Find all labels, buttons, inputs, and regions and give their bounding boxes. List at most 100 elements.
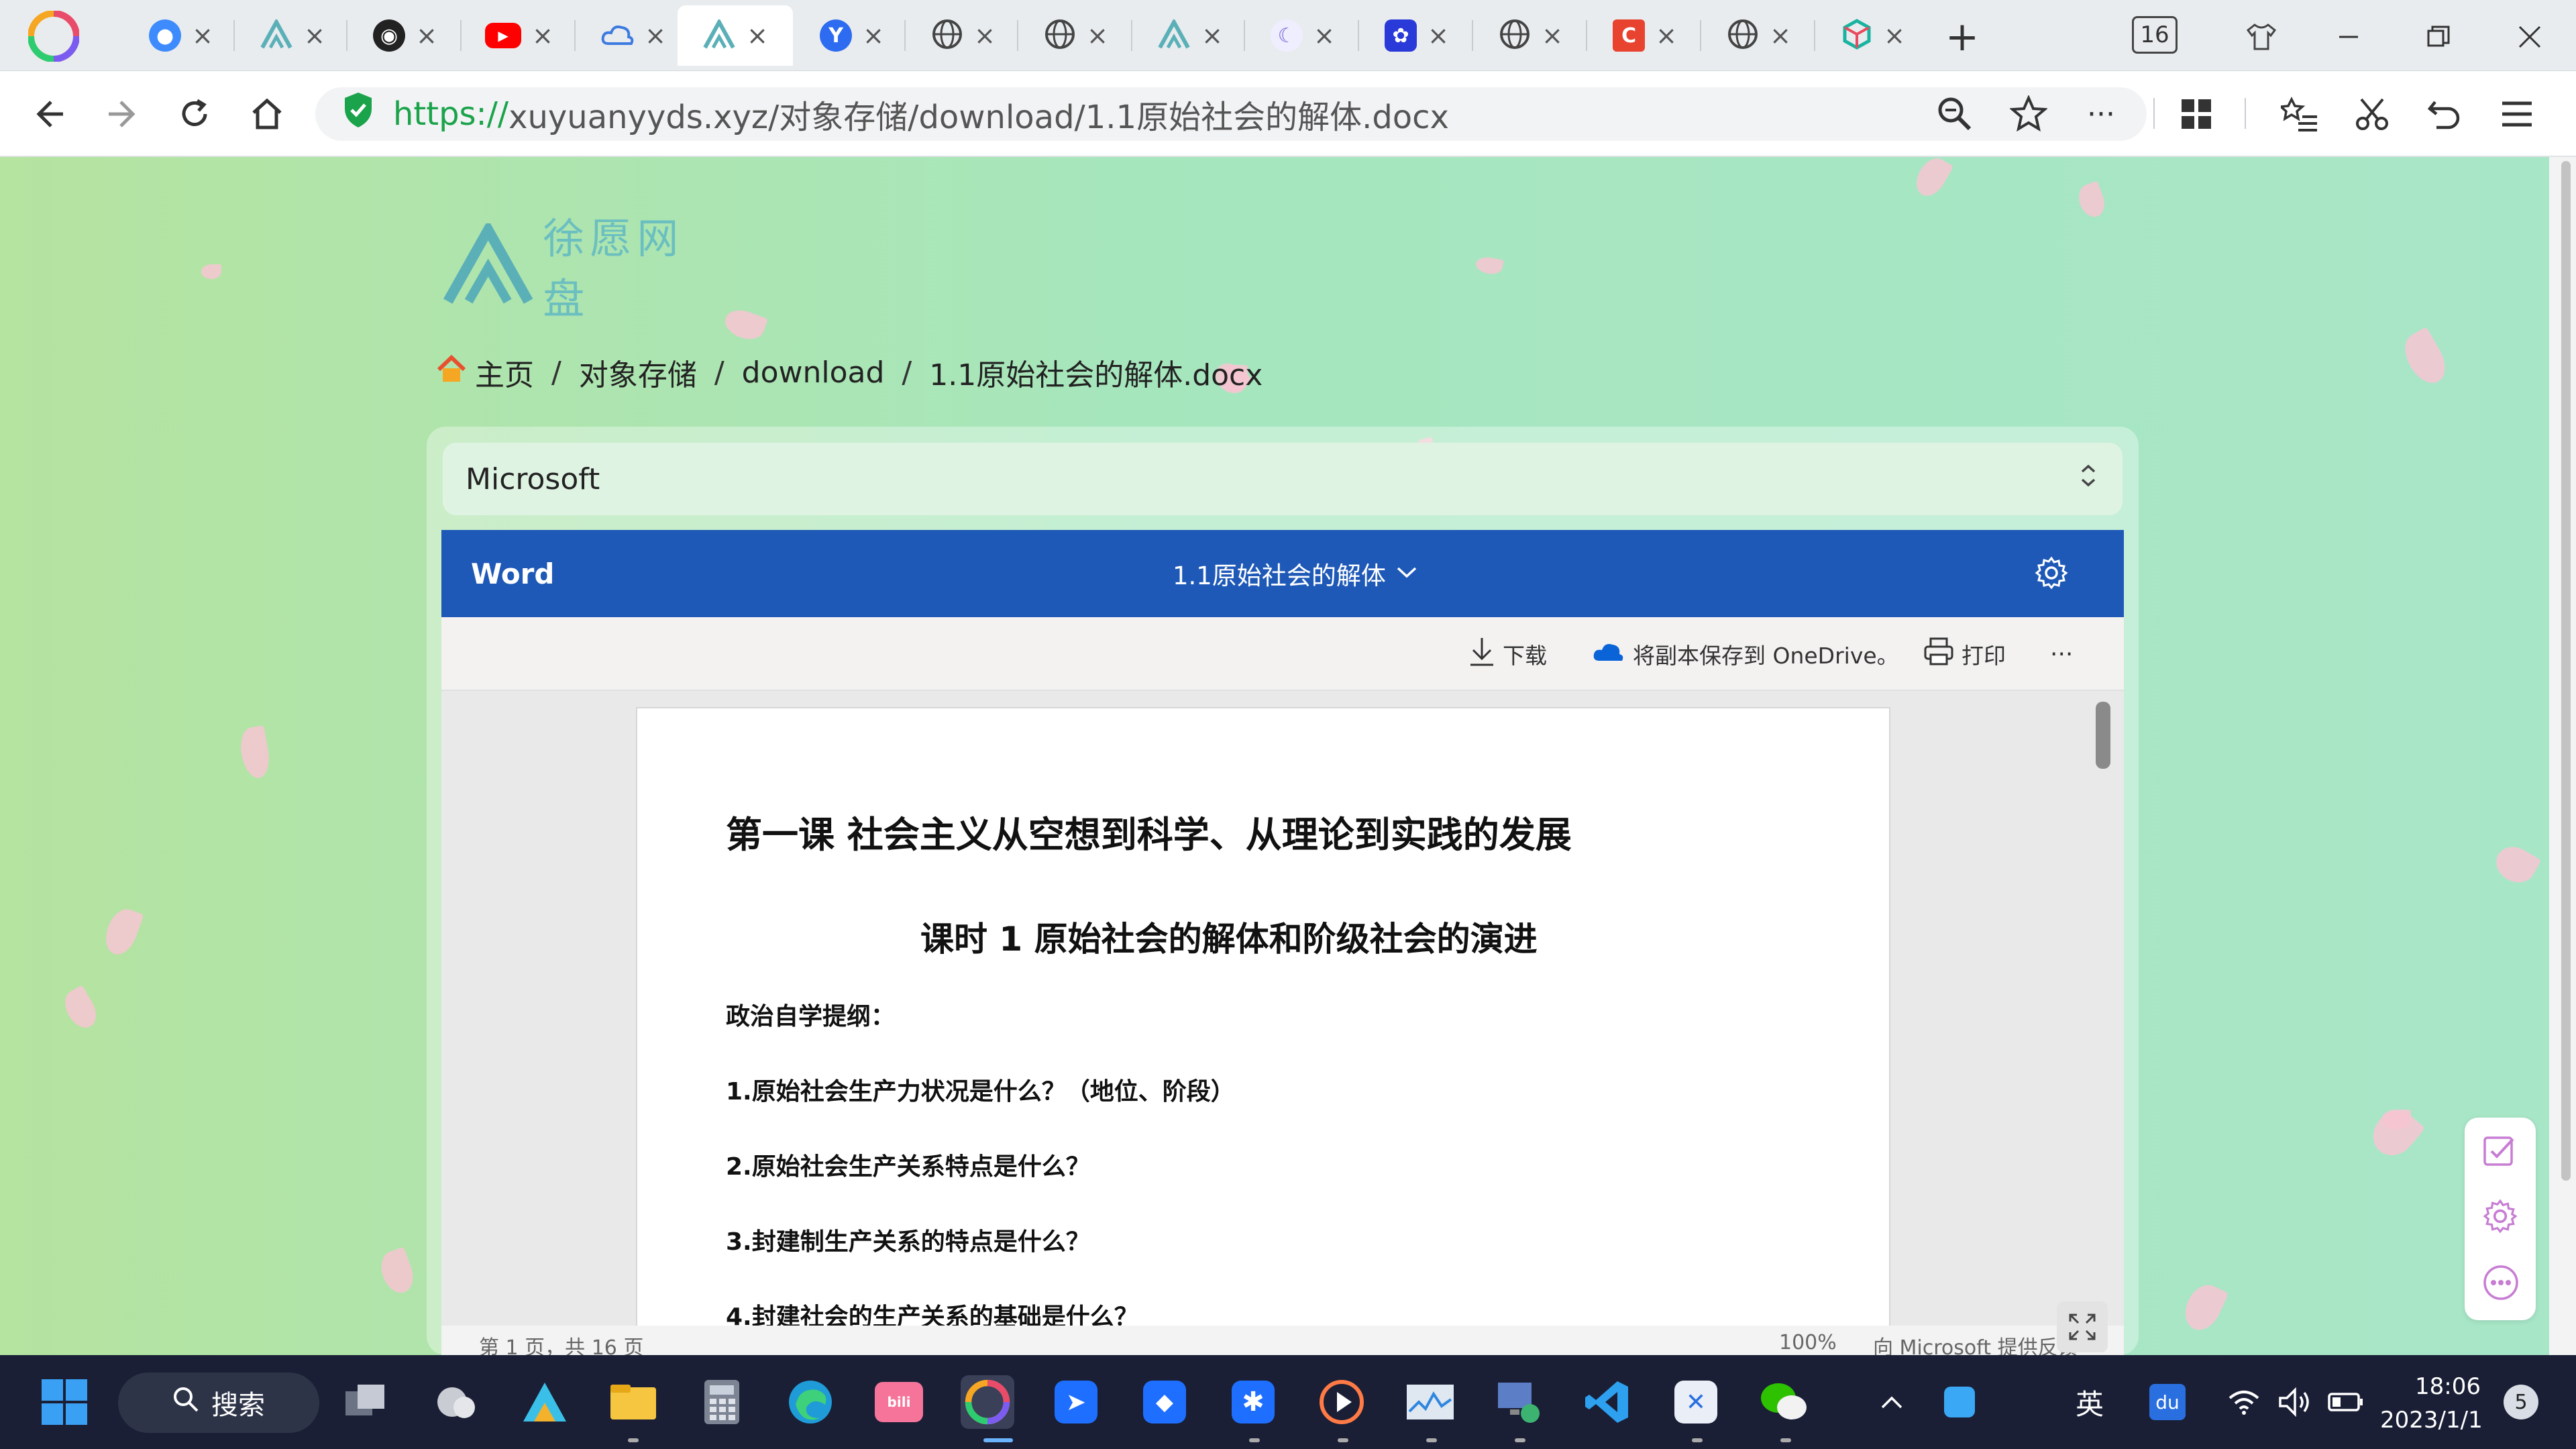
page-scrollbar-thumb[interactable] xyxy=(2561,161,2571,1181)
tab-11[interactable]: ☾ × xyxy=(1249,5,1356,66)
tab-6-active[interactable]: × xyxy=(678,5,793,66)
close-tab-icon[interactable]: × xyxy=(304,23,325,48)
close-tab-icon[interactable]: × xyxy=(192,23,213,48)
weather-icon[interactable] xyxy=(429,1375,483,1429)
viewer-select[interactable]: Microsoft xyxy=(443,443,2123,515)
xuyuan-app-icon[interactable] xyxy=(518,1375,572,1429)
close-window-button[interactable] xyxy=(2506,13,2553,60)
print-button[interactable]: 打印 xyxy=(1924,637,2006,671)
address-bar[interactable]: https://xuyuanyyds.xyz/对象存储/download/1.1… xyxy=(315,87,2147,141)
shirt-skin-icon[interactable] xyxy=(2238,13,2285,60)
feishu-icon[interactable]: ➤ xyxy=(1049,1375,1103,1429)
file-explorer-icon[interactable] xyxy=(606,1375,660,1429)
zoom-status[interactable]: 100% xyxy=(1779,1331,1837,1354)
close-tab-icon[interactable]: × xyxy=(1201,23,1223,48)
breadcrumb-item[interactable]: 对象存储 xyxy=(579,351,697,394)
settings-gear-icon[interactable] xyxy=(2482,1198,2518,1237)
media-player-icon[interactable] xyxy=(1315,1375,1368,1429)
bilibili-icon[interactable]: bili xyxy=(872,1375,926,1429)
tab-1[interactable]: ● × xyxy=(127,5,235,66)
tab-7[interactable]: Y × xyxy=(798,5,906,66)
close-tab-icon[interactable]: × xyxy=(747,23,768,48)
tab-3[interactable]: ◉ × xyxy=(352,5,459,66)
settings-gear-icon[interactable] xyxy=(2034,555,2069,593)
new-tab-button[interactable]: + xyxy=(1939,13,1986,60)
close-tab-icon[interactable]: × xyxy=(1884,23,1905,48)
save-to-onedrive-button[interactable]: 将副本保存到 OneDrive。 xyxy=(1593,637,1899,671)
tab-13[interactable]: × xyxy=(1477,5,1585,66)
fullscreen-expand-icon[interactable] xyxy=(2057,1301,2108,1352)
task-view-icon[interactable] xyxy=(339,1375,393,1429)
close-tab-icon[interactable]: × xyxy=(1313,23,1335,48)
chevron-up-icon[interactable] xyxy=(1872,1375,1912,1429)
word-app-name[interactable]: Word xyxy=(471,557,554,590)
breadcrumb-item[interactable]: download xyxy=(742,356,885,390)
tab-2[interactable]: × xyxy=(239,5,346,66)
minimize-button[interactable] xyxy=(2325,13,2372,60)
edge-browser-icon[interactable] xyxy=(784,1375,837,1429)
favorite-star-icon[interactable] xyxy=(2004,90,2053,138)
doc-title-dropdown[interactable]: 1.1原始社会的解体 xyxy=(1173,555,1418,592)
volume-icon[interactable] xyxy=(2271,1375,2318,1429)
close-tab-icon[interactable]: × xyxy=(863,23,884,48)
site-logo[interactable]: 徐愿网盘 xyxy=(443,214,724,323)
windows-start-icon[interactable] xyxy=(38,1375,91,1429)
tab-8[interactable]: × xyxy=(910,5,1017,66)
checklist-icon[interactable] xyxy=(2482,1132,2518,1171)
more-menu-icon[interactable]: ··· xyxy=(2077,90,2125,138)
tab-5[interactable]: × xyxy=(580,5,687,66)
tab-12[interactable]: ✿ × xyxy=(1363,5,1470,66)
wifi-icon[interactable] xyxy=(2220,1375,2267,1429)
hamburger-menu-icon[interactable] xyxy=(2493,90,2541,138)
browser-taskbar-icon[interactable] xyxy=(961,1375,1014,1429)
breadcrumb-home[interactable]: 主页 xyxy=(475,351,534,394)
battery-icon[interactable] xyxy=(2322,1375,2369,1429)
close-tab-icon[interactable]: × xyxy=(974,23,996,48)
apps-grid-icon[interactable] xyxy=(2172,90,2220,138)
browser-logo-icon[interactable] xyxy=(27,9,80,63)
collections-icon[interactable] xyxy=(2275,90,2324,138)
tab-4[interactable]: ▶ × xyxy=(466,5,573,66)
remote-desktop-icon[interactable] xyxy=(1492,1375,1546,1429)
close-tab-icon[interactable]: × xyxy=(532,23,553,48)
translator-icon[interactable]: ✕ xyxy=(1669,1375,1723,1429)
baidu-du-icon[interactable]: du xyxy=(2144,1375,2191,1429)
zoom-icon[interactable] xyxy=(1931,90,1979,138)
taskbar-search[interactable]: 搜索 xyxy=(118,1373,319,1433)
ime-indicator[interactable]: 英 xyxy=(2066,1375,2113,1429)
close-tab-icon[interactable]: × xyxy=(1428,23,1449,48)
more-chat-icon[interactable] xyxy=(2482,1264,2520,1304)
home-icon[interactable] xyxy=(436,354,467,390)
notification-badge[interactable]: 5 xyxy=(2504,1385,2538,1419)
tab-count-button[interactable]: 16 xyxy=(2132,16,2178,54)
close-tab-icon[interactable]: × xyxy=(1770,23,1791,48)
close-tab-icon[interactable]: × xyxy=(645,23,666,48)
forward-button[interactable] xyxy=(98,90,146,138)
home-button[interactable] xyxy=(243,90,291,138)
tab-14[interactable]: C × xyxy=(1591,5,1699,66)
more-options-button[interactable]: ··· xyxy=(2050,637,2073,671)
document-scrollbar-thumb[interactable] xyxy=(2096,702,2110,769)
meeting-app-icon[interactable]: ◆ xyxy=(1138,1375,1191,1429)
system-clock[interactable]: 18:06 2023/1/1 xyxy=(2380,1370,2483,1437)
download-button[interactable]: 下载 xyxy=(1469,637,1547,671)
tab-15[interactable]: × xyxy=(1705,5,1813,66)
star-app-icon[interactable]: ✱ xyxy=(1226,1375,1280,1429)
close-tab-icon[interactable]: × xyxy=(1542,23,1563,48)
wechat-icon[interactable] xyxy=(1758,1375,1811,1429)
restore-button[interactable] xyxy=(2415,13,2462,60)
calculator-icon[interactable] xyxy=(695,1375,749,1429)
close-tab-icon[interactable]: × xyxy=(416,23,437,48)
reload-button[interactable] xyxy=(170,90,219,138)
back-button[interactable] xyxy=(25,90,74,138)
scissors-icon[interactable] xyxy=(2348,90,2396,138)
resource-monitor-icon[interactable] xyxy=(1403,1375,1457,1429)
tab-16[interactable]: × xyxy=(1819,5,1927,66)
tray-app-icon[interactable] xyxy=(1936,1375,1983,1429)
undo-icon[interactable] xyxy=(2420,90,2469,138)
close-tab-icon[interactable]: × xyxy=(1656,23,1677,48)
vscode-icon[interactable] xyxy=(1580,1375,1634,1429)
close-tab-icon[interactable]: × xyxy=(1087,23,1108,48)
tab-10[interactable]: × xyxy=(1136,5,1244,66)
tab-9[interactable]: × xyxy=(1022,5,1130,66)
